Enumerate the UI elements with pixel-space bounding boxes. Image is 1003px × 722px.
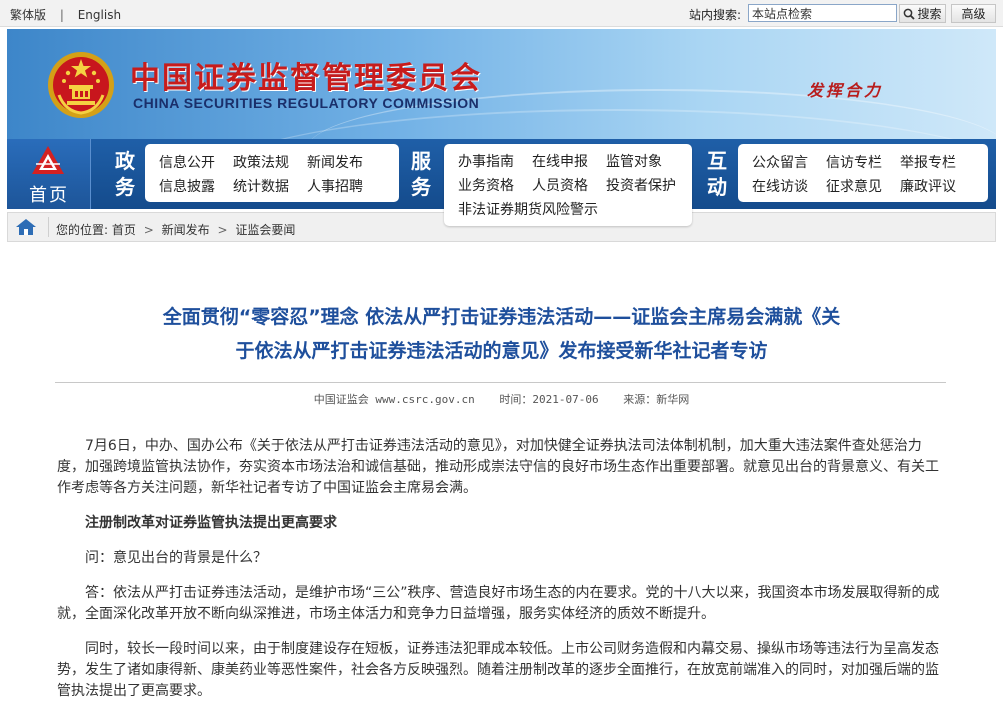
search-button[interactable]: 搜索 xyxy=(899,4,946,23)
nav-link-service-guide[interactable]: 办事指南 xyxy=(458,151,514,171)
nav-section-title-interaction: 互动 xyxy=(707,149,727,199)
nav-box-service: 办事指南 在线申报 监管对象 业务资格 人员资格 投资者保护 非法证券期货风险警… xyxy=(444,144,692,226)
nav-link-online-application[interactable]: 在线申报 xyxy=(532,151,588,171)
site-title-english: CHINA SECURITIES REGULATORY COMMISSION xyxy=(133,95,480,111)
article-title-line: 于依法从严打击证券违法活动的意见》发布接受新华社记者专访 xyxy=(235,340,768,362)
nav-link-investor-protection[interactable]: 投资者保护 xyxy=(606,175,676,195)
breadcrumb-news-release[interactable]: 新闻发布 xyxy=(162,223,210,237)
nav-link-recruitment[interactable]: 人事招聘 xyxy=(307,176,363,196)
nav-link-regulated-entities[interactable]: 监管对象 xyxy=(606,151,662,171)
article-title: 全面贯彻“零容忍”理念 依法从严打击证券违法活动——证监会主席易会满就《关 于依… xyxy=(100,300,903,368)
nav-link-online-interview[interactable]: 在线访谈 xyxy=(752,176,808,196)
article-title-line: 全面贯彻“零容忍”理念 依法从严打击证券违法活动——证监会主席易会满就《关 xyxy=(162,306,841,328)
search-label: 站内搜索: xyxy=(689,8,742,22)
csrc-logo-icon xyxy=(32,146,64,174)
nav-home-label: 首页 xyxy=(29,185,69,206)
nav-box-interaction: 公众留言 信访专栏 举报专栏 在线访谈 征求意见 廉政评议 xyxy=(738,144,988,202)
article-paragraph: 问：意见出台的背景是什么？ xyxy=(85,550,267,566)
top-bar: 繁体版 | English 站内搜索: 搜索 高级 xyxy=(0,0,1003,27)
nav-link-solicit-opinions[interactable]: 征求意见 xyxy=(826,176,882,196)
breadcrumb-home[interactable]: 首页 xyxy=(112,223,136,237)
breadcrumb-csrc-news[interactable]: 证监会要闻 xyxy=(235,223,295,237)
article-source-site: 中国证监会 www.csrc.gov.cn xyxy=(313,393,475,406)
article-body: 7月6日，中办、国办公布《关于依法从严打击证券违法活动的意见》，对加快健全证券执… xyxy=(57,436,947,716)
article-paragraph: 答：依法从严打击证券违法活动，是维护市场“三公”秩序、营造良好市场生态的内在要求… xyxy=(57,585,940,622)
article-paragraph: 7月6日，中办、国办公布《关于依法从严打击证券违法活动的意见》，对加快健全证券执… xyxy=(57,438,939,496)
nav-link-info-disclosure-public[interactable]: 信息公开 xyxy=(159,152,215,172)
nav-link-report[interactable]: 举报专栏 xyxy=(900,152,956,172)
nav-section-title-government: 政务 xyxy=(115,149,135,199)
nav-link-petition[interactable]: 信访专栏 xyxy=(826,152,882,172)
nav-link-integrity-evaluation[interactable]: 廉政评议 xyxy=(900,176,956,196)
header-banner: 中国证券监督管理委员会 CHINA SECURITIES REGULATORY … xyxy=(7,29,996,139)
nav-section-title-service: 服务 xyxy=(411,149,431,199)
breadcrumb-divider xyxy=(48,217,49,237)
lang-separator: | xyxy=(59,8,64,22)
national-emblem-icon xyxy=(48,52,114,118)
english-link[interactable]: English xyxy=(78,8,121,22)
banner-slogan: 发挥合力 xyxy=(807,81,884,100)
breadcrumb-prefix: 您的位置: xyxy=(56,223,109,237)
traditional-chinese-link[interactable]: 繁体版 xyxy=(10,8,46,22)
search-button-label: 搜索 xyxy=(917,7,942,21)
site-title-chinese: 中国证券监督管理委员会 xyxy=(130,61,482,96)
main-navigation: 首页 政务 信息公开 政策法规 新闻发布 信息披露 统计数据 人事招聘 服务 办… xyxy=(7,139,996,226)
nav-link-illegal-securities-warning[interactable]: 非法证券期货风险警示 xyxy=(458,199,598,219)
search-input[interactable] xyxy=(748,4,897,22)
home-icon[interactable] xyxy=(14,217,38,237)
advanced-search-button[interactable]: 高级 xyxy=(951,4,996,23)
breadcrumb: 您的位置: 首页 > 新闻发布 > 证监会要闻 xyxy=(56,221,295,238)
article-subheading: 注册制改革对证券监管执法提出更高要求 xyxy=(85,515,337,531)
breadcrumb-arrow: > xyxy=(143,223,154,237)
language-links: 繁体版 | English xyxy=(10,6,121,23)
search-icon xyxy=(904,8,916,20)
nav-home-button[interactable]: 首页 xyxy=(7,139,91,209)
nav-link-public-message[interactable]: 公众留言 xyxy=(752,152,808,172)
nav-link-information-disclosure[interactable]: 信息披露 xyxy=(159,176,215,196)
nav-link-policies-regulations[interactable]: 政策法规 xyxy=(233,152,289,172)
article-paragraph: 同时，较长一段时间以来，由于制度建设存在短板，证券违法犯罪成本较低。上市公司财务… xyxy=(57,641,939,699)
title-divider xyxy=(55,382,946,383)
nav-box-government: 信息公开 政策法规 新闻发布 信息披露 统计数据 人事招聘 xyxy=(145,144,399,202)
nav-link-news-release[interactable]: 新闻发布 xyxy=(307,152,363,172)
breadcrumb-arrow: > xyxy=(217,223,228,237)
nav-link-business-qualification[interactable]: 业务资格 xyxy=(458,175,514,195)
nav-link-personnel-qualification[interactable]: 人员资格 xyxy=(532,175,588,195)
article-origin: 来源：新华网 xyxy=(623,393,690,406)
article-meta: 中国证监会 www.csrc.gov.cn 时间：2021-07-06 来源：新… xyxy=(0,391,1003,407)
article-date: 时间：2021-07-06 xyxy=(499,393,599,406)
nav-link-statistics[interactable]: 统计数据 xyxy=(233,176,289,196)
